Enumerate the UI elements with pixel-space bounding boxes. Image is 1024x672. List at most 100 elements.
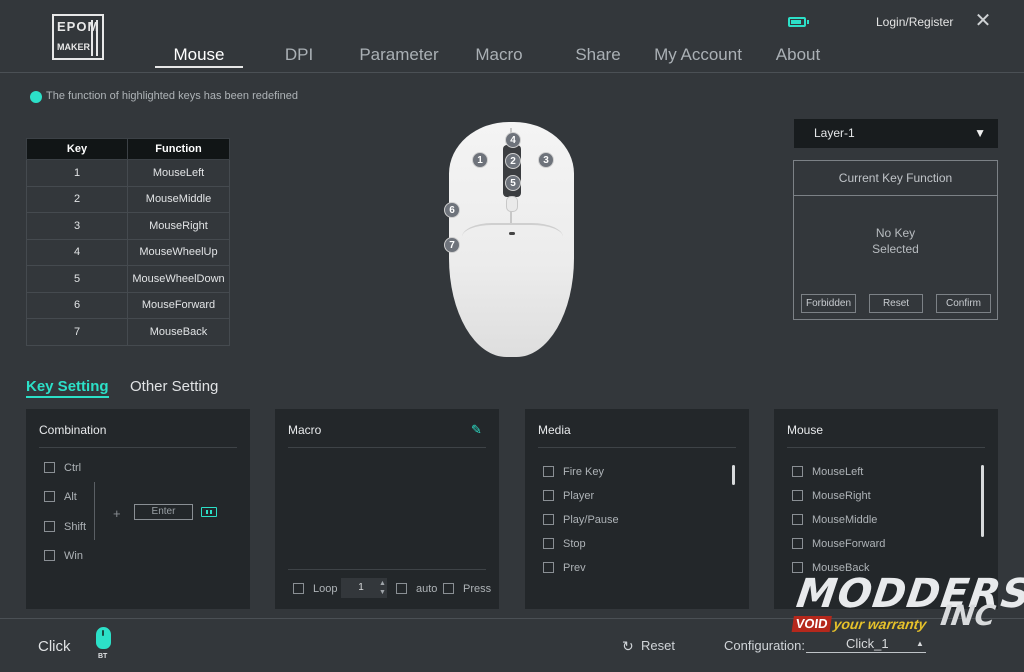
key-cell: 6 [26, 291, 128, 319]
media-item[interactable]: Player [543, 489, 595, 504]
close-icon[interactable]: ✕ [974, 11, 992, 31]
macro-card: Macro Loop auto Press [275, 409, 499, 609]
mouse-key-badge-1[interactable]: 1 [472, 152, 488, 168]
current-key-function-panel: Current Key Function No Key Selected For… [793, 160, 998, 320]
ctrl-label: Ctrl [64, 462, 82, 474]
media-title: Media [538, 423, 571, 437]
mouse-key-badge-7[interactable]: 7 [444, 237, 460, 253]
checkbox-icon [44, 490, 55, 502]
table-row[interactable]: 4 MouseWheelUp [26, 238, 230, 266]
loop-label: Loop [313, 583, 338, 595]
checkbox-icon [543, 537, 554, 549]
reset-key-button[interactable]: Reset [869, 294, 923, 313]
tab-macro[interactable]: Macro [469, 44, 529, 68]
tab-share[interactable]: Share [570, 44, 626, 68]
media-item-label: Player [563, 490, 595, 502]
media-card: Media Fire Key Player Play/Pause Stop Pr… [525, 409, 749, 609]
card-divider [787, 447, 985, 448]
checkbox-icon [543, 489, 554, 501]
tab-other-setting[interactable]: Other Setting [130, 378, 218, 395]
table-row[interactable]: 6 MouseForward [26, 291, 230, 319]
tab-my-account[interactable]: My Account [650, 44, 746, 68]
auto-checkbox[interactable]: auto [396, 582, 437, 597]
edit-macro-icon[interactable]: ✎ [471, 423, 485, 437]
mouse-key-badge-5[interactable]: 5 [505, 175, 521, 191]
checkbox-icon [792, 537, 803, 549]
tab-mouse[interactable]: Mouse [155, 44, 243, 68]
alt-checkbox[interactable]: Alt [44, 490, 77, 505]
mouse-function-label: MouseRight [812, 490, 871, 502]
function-cell: MouseRight [127, 212, 230, 240]
keyboard-icon[interactable] [201, 507, 217, 517]
media-item[interactable]: Play/Pause [543, 513, 619, 528]
media-item-label: Prev [563, 562, 586, 574]
function-cell: MouseWheelDown [127, 265, 230, 293]
mouse-device-icon[interactable] [96, 627, 111, 649]
checkbox-icon [44, 549, 55, 561]
key-cell: 5 [26, 265, 128, 293]
mouse-key-badge-2[interactable]: 2 [505, 153, 521, 169]
tab-key-setting[interactable]: Key Setting [26, 378, 109, 398]
key-cell: 1 [26, 159, 128, 187]
shift-checkbox[interactable]: Shift [44, 520, 86, 535]
media-item[interactable]: Fire Key [543, 465, 604, 480]
mouse-function-item[interactable]: MouseLeft [792, 465, 864, 480]
table-row[interactable]: 2 MouseMiddle [26, 185, 230, 213]
reset-button[interactable]: Reset [641, 638, 675, 653]
tab-parameter[interactable]: Parameter [355, 44, 443, 68]
layer-select[interactable]: Layer-1 ▼ [794, 119, 998, 148]
column-header-function: Function [127, 138, 230, 160]
mouse-functions-title: Mouse [787, 423, 824, 437]
checkbox-icon [543, 513, 554, 525]
media-scrollbar[interactable] [732, 465, 735, 485]
mouse-functions-scrollbar[interactable] [981, 465, 984, 537]
mouse-key-badge-4[interactable]: 4 [505, 132, 521, 148]
checkbox-icon [792, 465, 803, 477]
table-row[interactable]: 3 MouseRight [26, 212, 230, 240]
table-row[interactable]: 5 MouseWheelDown [26, 265, 230, 293]
mouse-key-badge-3[interactable]: 3 [538, 152, 554, 168]
table-header-row: Key Function [26, 138, 230, 160]
watermark-tagline: your warranty [832, 616, 928, 632]
checkbox-icon [792, 489, 803, 501]
highlight-notice: The function of highlighted keys has bee… [46, 90, 298, 102]
media-item-label: Play/Pause [563, 514, 619, 526]
combination-key-input[interactable]: Enter [134, 504, 193, 520]
mouse-key-badge-6[interactable]: 6 [444, 202, 460, 218]
header-divider [0, 72, 1024, 73]
login-register-link[interactable]: Login/Register [876, 15, 953, 29]
mouse-function-item[interactable]: MouseMiddle [792, 513, 878, 528]
media-item[interactable]: Stop [543, 537, 586, 552]
confirm-button[interactable]: Confirm [936, 294, 991, 313]
table-row[interactable]: 7 MouseBack [26, 318, 230, 346]
forbidden-button[interactable]: Forbidden [801, 294, 856, 313]
column-header-key: Key [26, 138, 128, 160]
mouse-function-label: MouseMiddle [812, 514, 878, 526]
alt-label: Alt [64, 491, 77, 503]
card-divider [288, 447, 486, 448]
watermark-suffix: INC [938, 599, 998, 632]
media-item[interactable]: Prev [543, 561, 586, 576]
mouse-function-item[interactable]: MouseForward [792, 537, 885, 552]
caret-down-icon: ▼ [974, 126, 986, 140]
logo-line-2: MAKER [57, 42, 90, 52]
mouse-function-label: MouseLeft [812, 466, 864, 478]
layer-select-value: Layer-1 [814, 126, 855, 140]
tab-about[interactable]: About [770, 44, 826, 68]
reset-icon[interactable]: ↻ [622, 638, 634, 655]
mouse-function-item[interactable]: MouseRight [792, 489, 871, 504]
table-row[interactable]: 1 MouseLeft [26, 159, 230, 187]
win-checkbox[interactable]: Win [44, 549, 83, 564]
tab-dpi[interactable]: DPI [276, 44, 322, 68]
macro-title: Macro [288, 423, 322, 437]
press-checkbox[interactable]: Press [443, 582, 491, 597]
spinner-arrows-icon[interactable]: ▲ ▼ [379, 579, 387, 597]
loop-checkbox[interactable]: Loop [293, 582, 338, 597]
checkbox-icon [543, 465, 554, 477]
highlight-legend-dot [30, 91, 42, 103]
ctrl-checkbox[interactable]: Ctrl [44, 461, 82, 476]
logo-mark [91, 20, 98, 56]
card-divider [538, 447, 736, 448]
checkbox-icon [44, 461, 55, 473]
no-key-line-2: Selected [872, 242, 919, 256]
